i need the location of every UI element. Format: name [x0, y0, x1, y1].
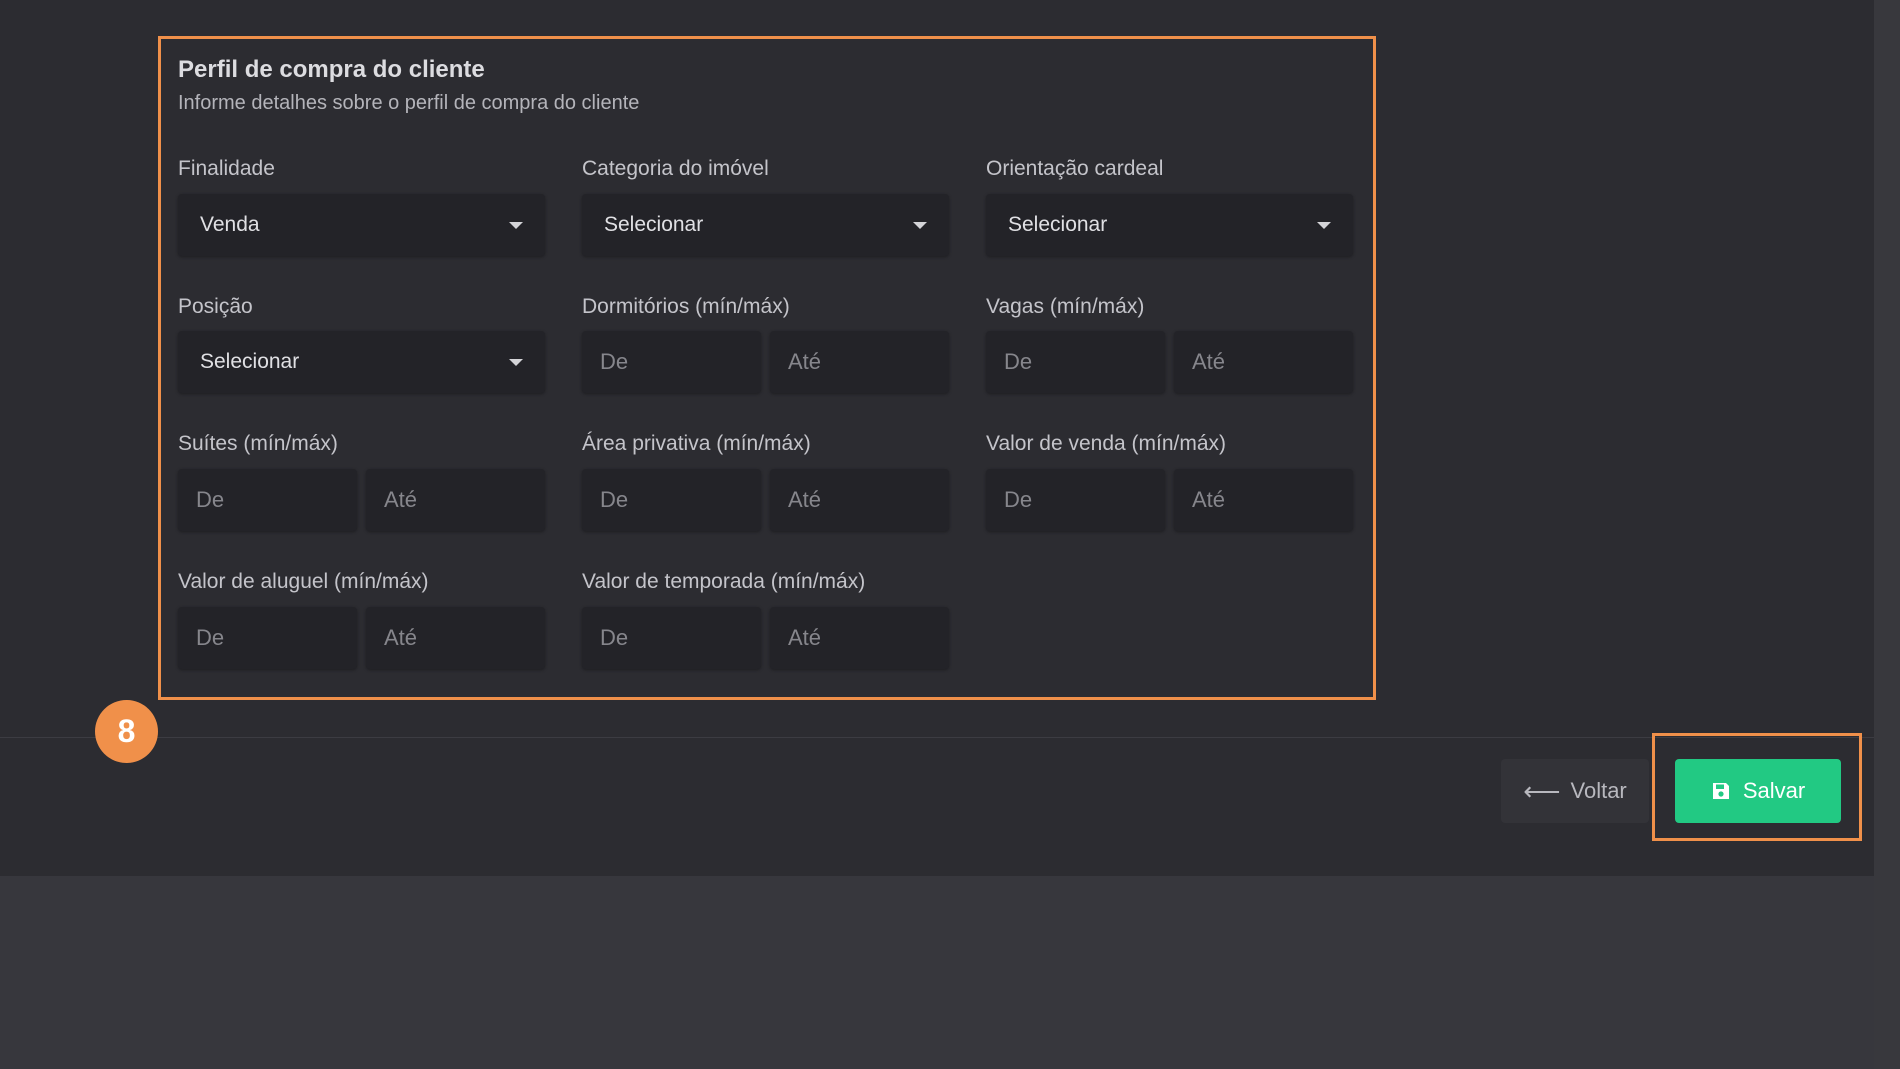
suites-max-input[interactable]: [366, 469, 545, 531]
footer-divider: [0, 737, 1874, 738]
section-subtitle: Informe detalhes sobre o perfil de compr…: [178, 92, 640, 114]
valor-venda-max-input[interactable]: [1174, 469, 1353, 531]
suites-min-input[interactable]: [178, 469, 357, 531]
area-min-input[interactable]: [582, 469, 761, 531]
valor-venda-label: Valor de venda (mín/máx): [986, 432, 1227, 455]
caret-down-icon: [1317, 222, 1331, 229]
area-max-input[interactable]: [770, 469, 949, 531]
vagas-min-input[interactable]: [986, 331, 1165, 393]
caret-down-icon: [509, 359, 523, 366]
categoria-value: Selecionar: [604, 213, 704, 236]
valor-temporada-max-input[interactable]: [770, 607, 949, 669]
section-title: Perfil de compra do cliente: [178, 56, 485, 83]
caret-down-icon: [509, 222, 523, 229]
posicao-select[interactable]: Selecionar: [178, 331, 545, 393]
valor-aluguel-min-input[interactable]: [178, 607, 357, 669]
finalidade-value: Venda: [200, 213, 260, 236]
finalidade-label: Finalidade: [178, 157, 275, 180]
dormitorios-max-input[interactable]: [770, 331, 949, 393]
vagas-label: Vagas (mín/máx): [986, 295, 1145, 318]
save-button[interactable]: Salvar: [1675, 759, 1841, 823]
valor-aluguel-max-input[interactable]: [366, 607, 545, 669]
categoria-select[interactable]: Selecionar: [582, 194, 949, 256]
posicao-value: Selecionar: [200, 350, 300, 373]
valor-temporada-min-input[interactable]: [582, 607, 761, 669]
back-button[interactable]: ⟵ Voltar: [1501, 759, 1649, 823]
categoria-label: Categoria do imóvel: [582, 157, 769, 180]
finalidade-select[interactable]: Venda: [178, 194, 545, 256]
save-button-label: Salvar: [1742, 778, 1806, 803]
valor-aluguel-label: Valor de aluguel (mín/máx): [178, 570, 429, 593]
suites-label: Suítes (mín/máx): [178, 432, 338, 455]
area-label: Área privativa (mín/máx): [582, 432, 811, 455]
orientacao-label: Orientação cardeal: [986, 157, 1164, 180]
scrollbar-track[interactable]: [1874, 0, 1900, 1069]
valor-temporada-label: Valor de temporada (mín/máx): [582, 570, 866, 593]
caret-down-icon: [913, 222, 927, 229]
orientacao-value: Selecionar: [1008, 213, 1108, 236]
step-badge: 8: [95, 700, 158, 763]
back-button-label: Voltar: [1570, 778, 1627, 803]
arrow-left-icon: ⟵: [1523, 775, 1561, 806]
floppy-disk-icon: [1711, 781, 1731, 801]
orientacao-select[interactable]: Selecionar: [986, 194, 1353, 256]
posicao-label: Posição: [178, 295, 253, 318]
valor-venda-min-input[interactable]: [986, 469, 1165, 531]
dormitorios-min-input[interactable]: [582, 331, 761, 393]
vagas-max-input[interactable]: [1174, 331, 1353, 393]
dormitorios-label: Dormitórios (mín/máx): [582, 295, 790, 318]
